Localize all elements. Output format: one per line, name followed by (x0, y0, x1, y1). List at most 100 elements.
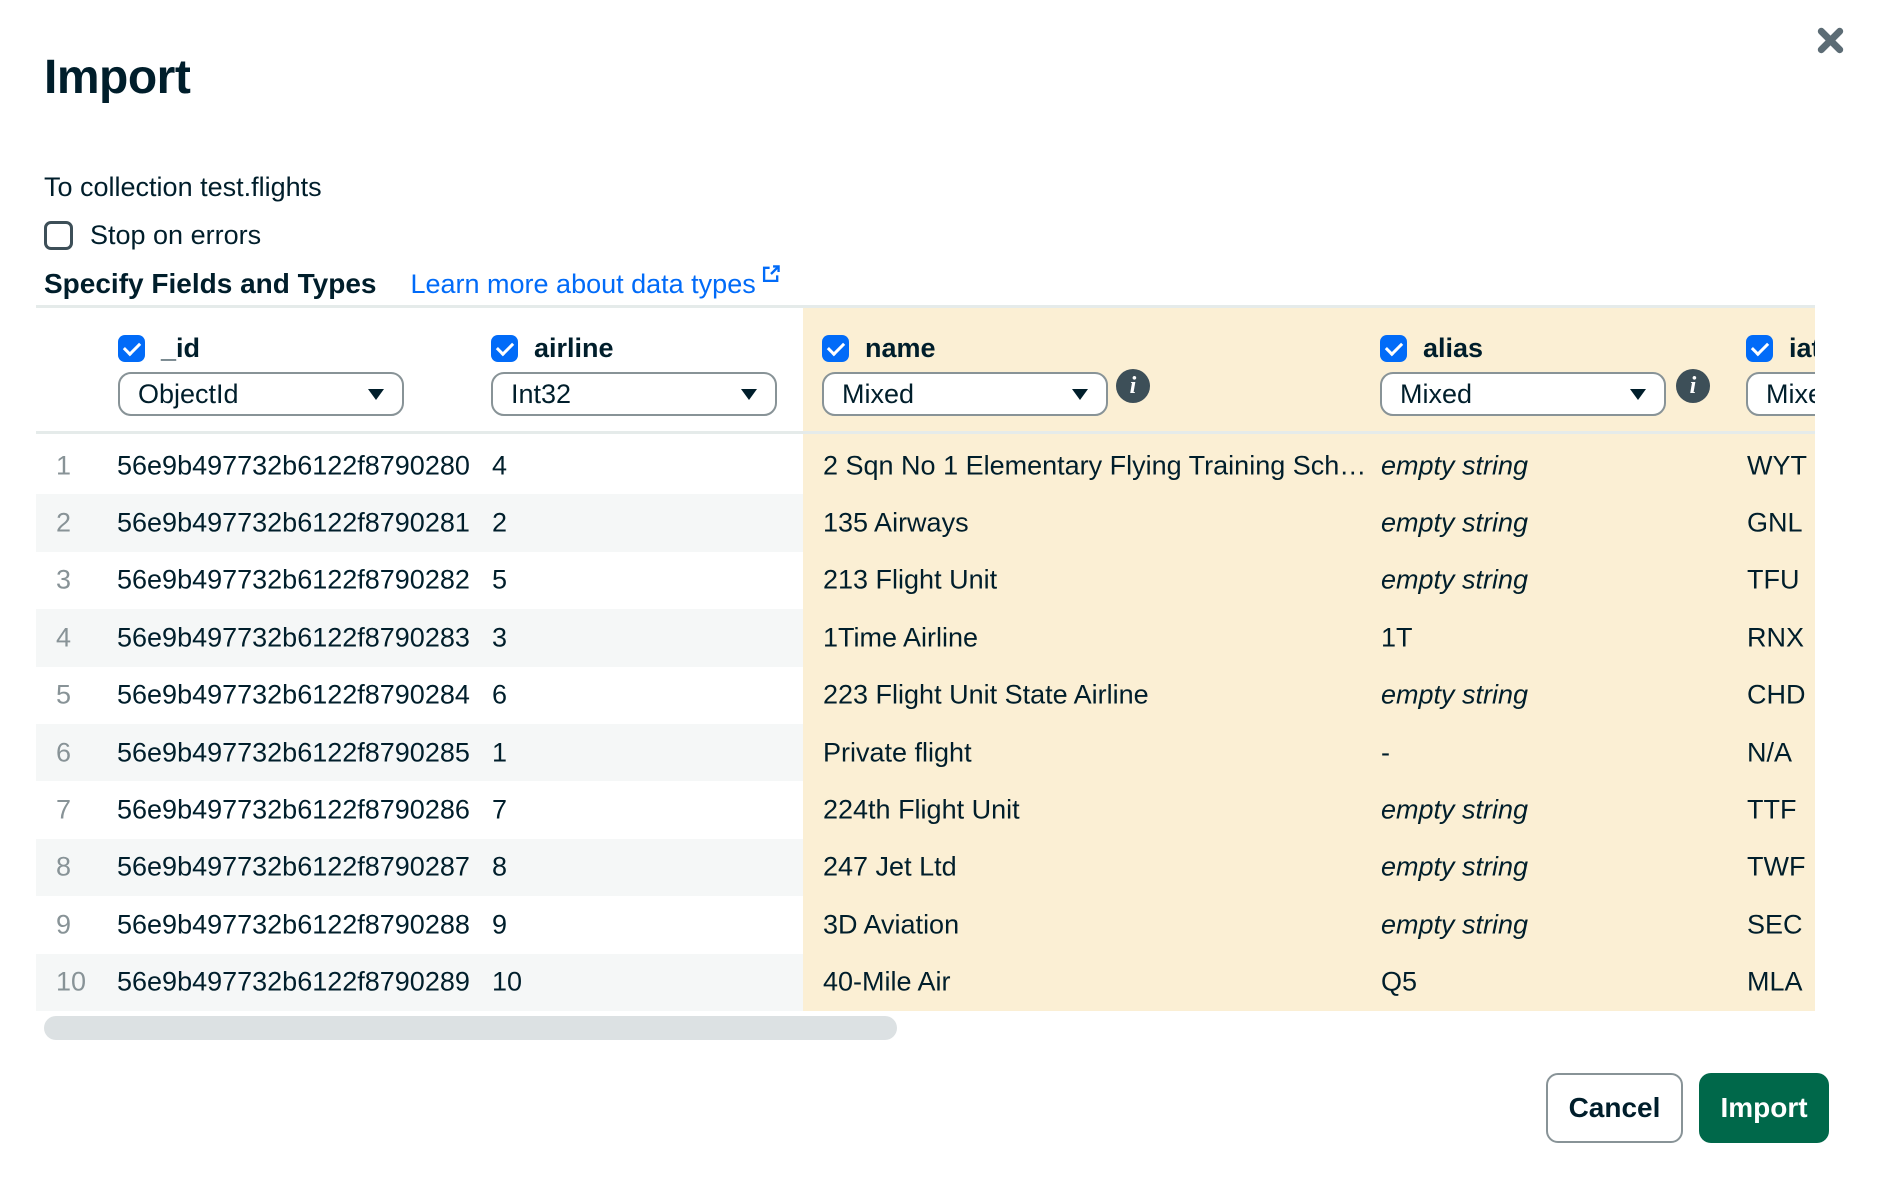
external-link-icon (760, 263, 782, 285)
column-header-airline: airline Int32 (491, 333, 777, 416)
table-row: 5 56e9b497732b6122f8790284 6 223 Flight … (36, 667, 1815, 724)
cell-alias: empty string (1381, 909, 1528, 940)
type-select-id[interactable]: ObjectId (118, 372, 404, 416)
chevron-down-icon (1630, 389, 1646, 400)
cancel-button[interactable]: Cancel (1546, 1073, 1683, 1143)
column-header-iata: iata Mixed (1746, 333, 1815, 416)
cell-id: 56e9b497732b6122f8790289 (117, 967, 470, 998)
chevron-down-icon (1072, 389, 1088, 400)
table-row: 10 56e9b497732b6122f8790289 10 40-Mile A… (36, 954, 1815, 1011)
row-number: 1 (56, 450, 71, 481)
import-button[interactable]: Import (1699, 1073, 1829, 1143)
chevron-down-icon (741, 389, 757, 400)
cell-airline: 10 (492, 967, 522, 998)
column-header-name: name Mixed (822, 333, 1108, 416)
row-number: 2 (56, 508, 71, 539)
cell-id: 56e9b497732b6122f8790282 (117, 565, 470, 596)
chevron-down-icon (368, 389, 384, 400)
info-icon[interactable]: i (1116, 369, 1150, 403)
table-row: 9 56e9b497732b6122f8790288 9 3D Aviation… (36, 896, 1815, 953)
checkbox-name[interactable] (822, 335, 849, 362)
cell-name: 135 Airways (823, 508, 969, 539)
table-row: 1 56e9b497732b6122f8790280 4 2 Sqn No 1 … (36, 437, 1815, 494)
cell-airline: 4 (492, 450, 507, 481)
preview-table: _id ObjectId airline Int32 (36, 305, 1815, 1011)
cell-airline: 1 (492, 737, 507, 768)
table-row: 7 56e9b497732b6122f8790286 7 224th Fligh… (36, 781, 1815, 838)
cell-iata: TFU (1747, 565, 1799, 596)
column-header-alias: alias Mixed (1380, 333, 1666, 416)
cell-iata: TTF (1747, 795, 1796, 826)
checkbox-iata[interactable] (1746, 335, 1773, 362)
row-number: 6 (56, 737, 71, 768)
column-label-id: _id (161, 333, 200, 364)
cell-airline: 9 (492, 909, 507, 940)
specify-fields-label: Specify Fields and Types (44, 268, 376, 300)
type-select-iata[interactable]: Mixed (1746, 372, 1815, 416)
cell-alias: empty string (1381, 565, 1528, 596)
column-header-id: _id ObjectId (118, 333, 404, 416)
cell-name: 247 Jet Ltd (823, 852, 957, 883)
cell-alias: - (1381, 737, 1390, 768)
checkbox-alias[interactable] (1380, 335, 1407, 362)
cell-iata: CHD (1747, 680, 1806, 711)
cell-airline: 7 (492, 795, 507, 826)
cell-name: 2 Sqn No 1 Elementary Flying Training Sc… (823, 450, 1366, 481)
cell-airline: 2 (492, 508, 507, 539)
cell-iata: WYT (1747, 450, 1807, 481)
collection-subtitle: To collection test.flights (44, 172, 322, 203)
row-number: 9 (56, 909, 71, 940)
horizontal-scrollbar-thumb[interactable] (44, 1016, 897, 1040)
cell-alias: Q5 (1381, 967, 1417, 998)
cell-id: 56e9b497732b6122f8790283 (117, 622, 470, 653)
cell-iata: SEC (1747, 909, 1803, 940)
import-modal: Import To collection test.flights Stop o… (0, 0, 1882, 1186)
type-select-name[interactable]: Mixed (822, 372, 1108, 416)
cell-id: 56e9b497732b6122f8790285 (117, 737, 470, 768)
table-row: 8 56e9b497732b6122f8790287 8 247 Jet Ltd… (36, 839, 1815, 896)
page-title: Import (44, 50, 190, 105)
type-select-alias[interactable]: Mixed (1380, 372, 1666, 416)
cell-alias: empty string (1381, 680, 1528, 711)
row-number: 8 (56, 852, 71, 883)
stop-on-errors-checkbox[interactable] (44, 221, 73, 250)
cell-iata: TWF (1747, 852, 1805, 883)
table-row: 3 56e9b497732b6122f8790282 5 213 Flight … (36, 552, 1815, 609)
row-number: 4 (56, 622, 71, 653)
checkbox-airline[interactable] (491, 335, 518, 362)
row-number: 5 (56, 680, 71, 711)
stop-on-errors-row: Stop on errors (44, 220, 261, 251)
cell-iata: MLA (1747, 967, 1803, 998)
cell-alias: empty string (1381, 795, 1528, 826)
row-number: 10 (56, 967, 86, 998)
cell-name: 224th Flight Unit (823, 795, 1020, 826)
learn-more-link[interactable]: Learn more about data types (410, 269, 781, 300)
type-select-airline[interactable]: Int32 (491, 372, 777, 416)
table-rows: 1 56e9b497732b6122f8790280 4 2 Sqn No 1 … (36, 437, 1815, 1011)
stop-on-errors-label: Stop on errors (90, 220, 261, 251)
cell-id: 56e9b497732b6122f8790284 (117, 680, 470, 711)
close-icon[interactable] (1808, 18, 1852, 62)
row-number: 3 (56, 565, 71, 596)
table-row: 6 56e9b497732b6122f8790285 1 Private fli… (36, 724, 1815, 781)
specify-fields-row: Specify Fields and Types Learn more abou… (44, 268, 782, 300)
cell-name: 3D Aviation (823, 909, 959, 940)
cell-name: 213 Flight Unit (823, 565, 997, 596)
info-icon[interactable]: i (1676, 369, 1710, 403)
cell-name: 1Time Airline (823, 622, 978, 653)
table-header: _id ObjectId airline Int32 (36, 308, 1815, 434)
cell-name: Private flight (823, 737, 972, 768)
cell-name: 40-Mile Air (823, 967, 951, 998)
row-number: 7 (56, 795, 71, 826)
cell-alias: empty string (1381, 508, 1528, 539)
cell-airline: 3 (492, 622, 507, 653)
column-label-iata: iata (1789, 333, 1815, 364)
cell-alias: empty string (1381, 852, 1528, 883)
cell-alias: 1T (1381, 622, 1413, 653)
checkbox-id[interactable] (118, 335, 145, 362)
cell-name: 223 Flight Unit State Airline (823, 680, 1149, 711)
cell-iata: GNL (1747, 508, 1803, 539)
cell-id: 56e9b497732b6122f8790286 (117, 795, 470, 826)
cell-airline: 6 (492, 680, 507, 711)
cell-iata: RNX (1747, 622, 1804, 653)
